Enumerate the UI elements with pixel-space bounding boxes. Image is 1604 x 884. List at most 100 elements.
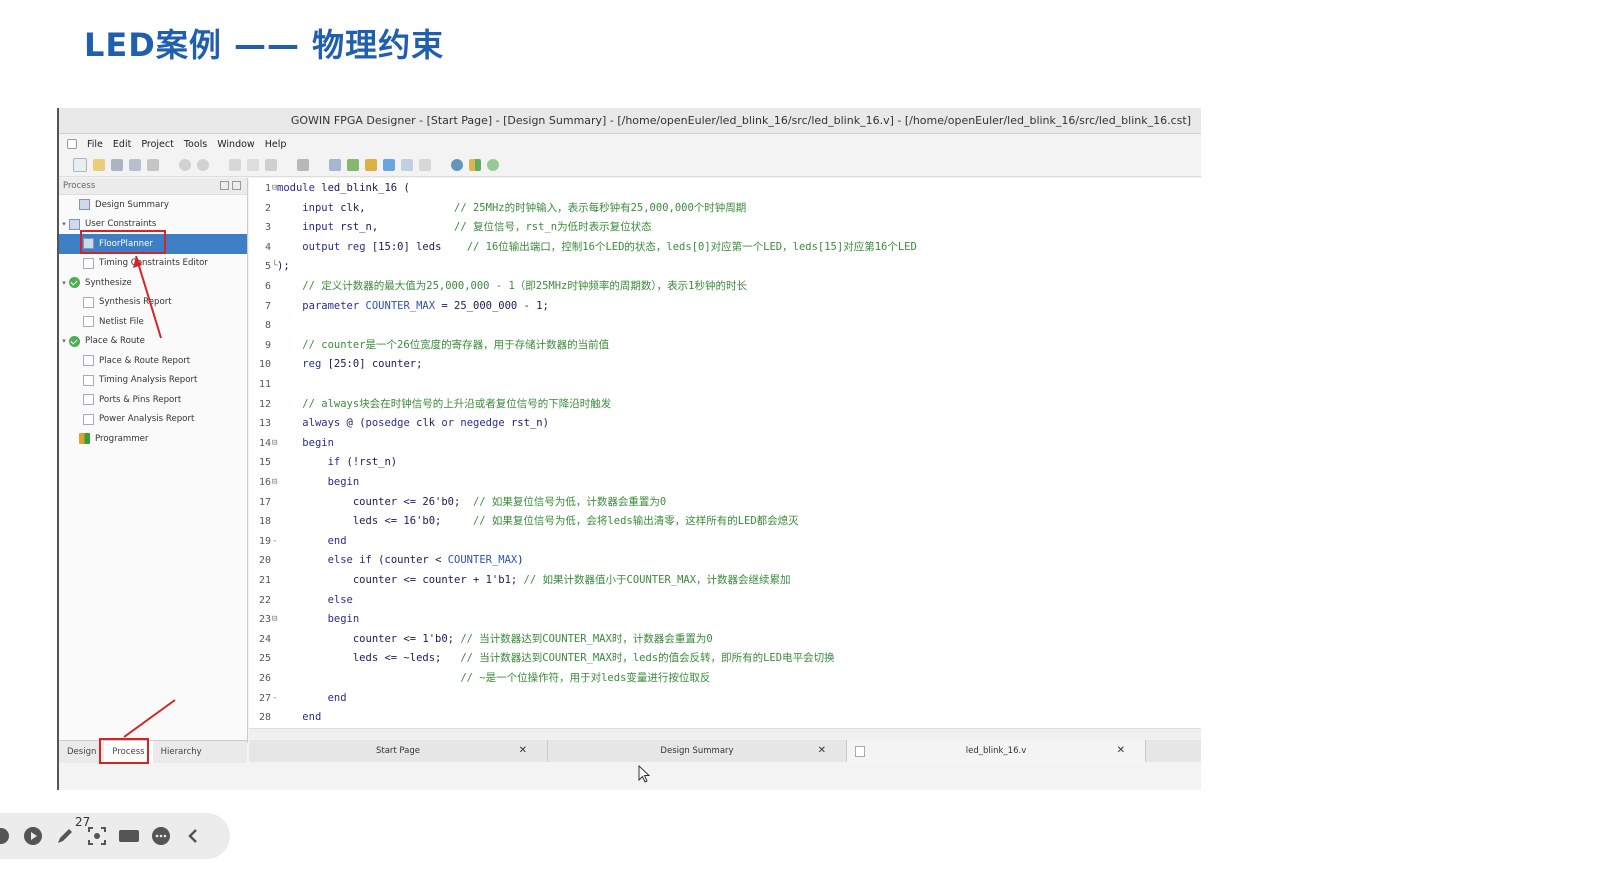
previous-icon[interactable] <box>0 825 12 847</box>
redo-icon[interactable] <box>197 159 209 171</box>
tab-design[interactable]: Design <box>59 741 104 763</box>
app-icon <box>67 139 77 149</box>
tree-item-programmer[interactable]: Programmer <box>59 429 247 449</box>
save-all-icon[interactable] <box>129 159 141 171</box>
code-line: 23 ⊟ begin <box>249 610 1201 630</box>
code-line: 14 ⊟ begin <box>249 434 1201 454</box>
line-number: 7 <box>264 300 271 312</box>
line-number: 9 <box>264 339 271 351</box>
code-line: 6 // 定义计数器的最大值为25,000,000 - 1（即25MHz时钟频率… <box>249 277 1201 297</box>
tab-start-page[interactable]: Start Page ✕ <box>249 740 548 762</box>
tab-hierarchy[interactable]: Hierarchy <box>153 741 210 763</box>
menu-tools[interactable]: Tools <box>184 139 207 150</box>
line-number: 13 <box>258 418 271 430</box>
report-icon[interactable] <box>419 159 431 171</box>
chevron-left-icon[interactable] <box>182 825 204 847</box>
document-icon <box>83 374 94 386</box>
code-text: module led_blink_16 ( <box>277 182 410 194</box>
tab-label: led_blink_16.v <box>965 746 1027 756</box>
chevron-down-icon[interactable]: ▾ <box>59 220 69 228</box>
document-icon <box>83 296 94 308</box>
code-line: 2 input clk, // 25MHz的时钟输入，表示每秒钟有25,000,… <box>249 199 1201 219</box>
tree-item-label: Synthesis Report <box>99 297 172 308</box>
tree-item-label: Programmer <box>95 433 149 444</box>
document-icon <box>79 199 90 211</box>
menu-file[interactable]: File <box>87 139 103 150</box>
floorplanner-tool-icon[interactable] <box>383 159 395 171</box>
new-file-icon[interactable] <box>73 158 87 172</box>
tree-item-netlist-file[interactable]: Netlist File <box>59 312 247 332</box>
float-panel-icon[interactable] <box>220 181 229 190</box>
timing-icon[interactable] <box>401 159 413 171</box>
line-number: 18 <box>258 516 271 528</box>
code-text: input rst_n, // 复位信号，rst_n为低时表示复位状态 <box>302 221 652 234</box>
tab-led-blink-v[interactable]: led_blink_16.v ✕ <box>847 740 1146 762</box>
tree-item-label: Timing Analysis Report <box>99 375 198 386</box>
process-panel-title: Process <box>63 181 96 191</box>
highlight-box-floorplanner <box>80 230 166 254</box>
copy-icon[interactable] <box>247 159 259 171</box>
programmer-tool-icon[interactable] <box>469 159 481 171</box>
code-editor[interactable]: 1 ⊟ module led_blink_16 (2 input clk, // 2… <box>249 178 1201 728</box>
code-line: 9 // counter是一个26位宽度的寄存器，用于存储计数器的当前值 <box>249 336 1201 356</box>
horizontal-scrollbar[interactable] <box>249 728 1201 739</box>
close-icon[interactable]: ✕ <box>1117 740 1125 762</box>
line-number: 2 <box>264 202 271 214</box>
document-icon <box>83 413 94 425</box>
tree-item-ports-pins-report[interactable]: Ports & Pins Report <box>59 390 247 410</box>
line-number: 8 <box>264 320 271 332</box>
code-line: 25 leds <= ~leds; // 当计数器达到COUNTER_MAX时，… <box>249 649 1201 669</box>
tree-item-design-summary[interactable]: Design Summary <box>59 195 247 215</box>
menu-window[interactable]: Window <box>217 139 254 150</box>
undo-icon[interactable] <box>179 159 191 171</box>
menu-project[interactable]: Project <box>141 139 174 150</box>
tree-item-place-route-report[interactable]: Place & Route Report <box>59 351 247 371</box>
code-text: counter <= 1'b0; // 当计数器达到COUNTER_MAX时，计… <box>277 632 713 645</box>
close-icon[interactable]: ✕ <box>519 740 527 762</box>
tree-item-timing-analysis-report[interactable]: Timing Analysis Report <box>59 371 247 391</box>
paste-icon[interactable] <box>265 159 277 171</box>
open-folder-icon[interactable] <box>93 159 105 171</box>
cut-icon[interactable] <box>229 159 241 171</box>
play-icon[interactable] <box>22 825 44 847</box>
code-line: 12 // always块会在时钟信号的上升沿或者复位信号的下降沿时触发 <box>249 395 1201 415</box>
line-number: 11 <box>258 379 271 390</box>
chevron-down-icon[interactable]: ▾ <box>59 337 69 345</box>
tree-item-power-analysis-report[interactable]: Power Analysis Report <box>59 410 247 430</box>
line-number: 3 <box>264 222 271 234</box>
find-icon[interactable] <box>297 159 309 171</box>
tree-item-place-route[interactable]: ▾ Place & Route <box>59 332 247 352</box>
code-line: 15 if (!rst_n) <box>249 453 1201 473</box>
constraints-icon <box>69 218 80 230</box>
chevron-down-icon[interactable]: ▾ <box>59 279 69 287</box>
line-number: 24 <box>258 633 271 645</box>
tree-item-label: Timing Constraints Editor <box>99 258 208 269</box>
code-line: 20 else if (counter < COUNTER_MAX) <box>249 551 1201 571</box>
run-all-icon[interactable] <box>365 159 377 171</box>
pen-icon[interactable] <box>54 825 76 847</box>
print-icon[interactable] <box>147 159 159 171</box>
more-icon[interactable] <box>150 825 172 847</box>
close-icon[interactable]: ✕ <box>818 740 826 762</box>
tree-item-synthesize[interactable]: ▾ Synthesize <box>59 273 247 293</box>
close-panel-icon[interactable] <box>232 181 241 190</box>
line-number: 26 <box>258 673 271 684</box>
menu-help[interactable]: Help <box>265 139 287 150</box>
tab-design-summary[interactable]: Design Summary ✕ <box>548 740 847 762</box>
video-icon[interactable] <box>118 825 140 847</box>
tree-item-label: Netlist File <box>99 316 144 327</box>
place-route-icon[interactable] <box>347 159 359 171</box>
code-line: 11 <box>249 375 1201 395</box>
programmer-icon <box>79 433 90 445</box>
menu-edit[interactable]: Edit <box>113 139 131 150</box>
tree-item-synthesis-report[interactable]: Synthesis Report <box>59 293 247 313</box>
tree-item-label: Design Summary <box>95 199 169 210</box>
tree-item-timing-constraints-editor[interactable]: Timing Constraints Editor <box>59 254 247 274</box>
presentation-controls <box>0 813 230 859</box>
code-text: else if (counter < COUNTER_MAX) <box>327 554 524 567</box>
save-icon[interactable] <box>111 159 123 171</box>
synthesize-icon[interactable] <box>329 159 341 171</box>
refresh-icon[interactable] <box>487 159 499 171</box>
globe-icon[interactable] <box>451 159 463 171</box>
line-number: 12 <box>258 398 271 410</box>
